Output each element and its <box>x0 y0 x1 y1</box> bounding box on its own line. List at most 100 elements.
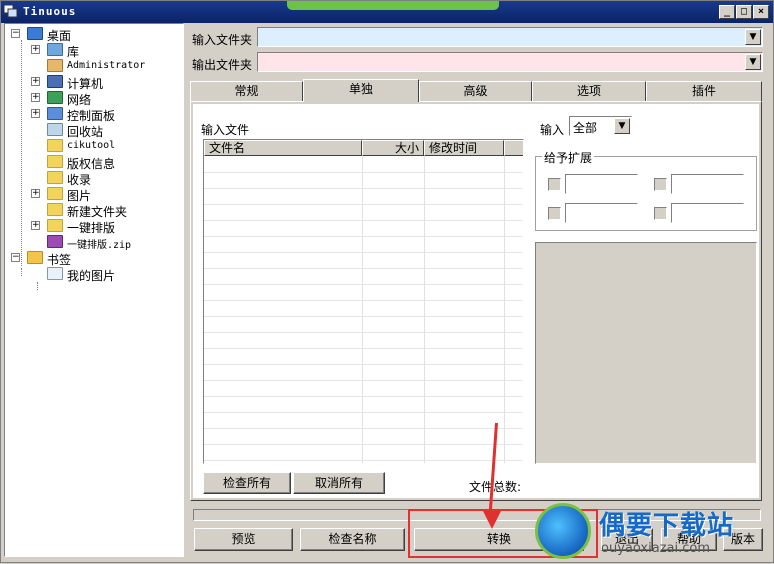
tab-advanced[interactable]: 高级 <box>419 81 532 102</box>
tab-general[interactable]: 常规 <box>190 81 303 102</box>
tree-item-label: 图片 <box>67 189 92 203</box>
control-panel-icon <box>47 107 63 120</box>
grid-column-line <box>362 156 363 463</box>
table-row <box>204 348 523 349</box>
check-names-button[interactable]: 检查名称 <box>300 528 405 551</box>
input-filter-value: 全部 <box>573 121 598 135</box>
chevron-down-icon[interactable]: ▼ <box>614 118 630 134</box>
table-row <box>204 204 523 205</box>
column-header-filler <box>504 140 523 156</box>
library-icon <box>47 43 63 56</box>
recycle-bin-icon <box>47 123 63 136</box>
chevron-down-icon[interactable]: ▼ <box>745 54 761 70</box>
input-filter-label: 输入 <box>540 123 565 137</box>
tab-single[interactable]: 单独 <box>303 79 419 102</box>
tree-item-label: 网络 <box>67 93 92 107</box>
extension-checkbox-3[interactable] <box>548 207 561 220</box>
tree-item-label: 我的图片 <box>67 269 116 283</box>
grid-column-line <box>504 156 505 463</box>
tree-item-label: 控制面板 <box>67 109 116 123</box>
extension-checkbox-2[interactable] <box>654 178 667 191</box>
extension-field-4[interactable] <box>671 203 744 223</box>
folder-icon <box>47 187 63 200</box>
computer-icon <box>47 75 63 88</box>
expand-icon[interactable]: + <box>31 45 40 54</box>
folder-icon <box>47 219 63 232</box>
table-row <box>204 284 523 285</box>
preview-button[interactable]: 预览 <box>194 528 293 551</box>
tree-guide-line <box>21 40 22 266</box>
tab-options[interactable]: 选项 <box>532 81 646 102</box>
input-folder-label: 输入文件夹 <box>192 33 253 47</box>
file-count-label: 文件总数: <box>469 480 522 494</box>
table-row <box>204 252 523 253</box>
extension-field-1[interactable] <box>565 174 638 194</box>
app-window: Tinuous _ □ × − 桌面 + 库 Administrator + 计算机 + 网络 +… <box>0 0 774 563</box>
table-row <box>204 172 523 173</box>
overlay-tab-strip <box>287 1 499 10</box>
input-filter-select[interactable]: 全部 ▼ <box>569 116 632 136</box>
chevron-down-icon[interactable]: ▼ <box>745 29 761 45</box>
uncheck-all-button[interactable]: 取消所有 <box>293 472 385 494</box>
extension-group: 给予扩展 <box>535 149 757 231</box>
preview-area <box>535 242 757 464</box>
collapse-icon[interactable]: − <box>11 29 20 38</box>
extension-checkbox-1[interactable] <box>548 178 561 191</box>
expand-icon[interactable]: + <box>31 77 40 86</box>
column-header-size[interactable]: 大小 <box>362 140 424 156</box>
table-row <box>204 220 523 221</box>
expand-icon[interactable]: + <box>31 93 40 102</box>
tree-item-label: Administrator <box>67 60 146 71</box>
input-files-label: 输入文件 <box>201 123 250 137</box>
output-folder-combo[interactable]: ▼ <box>257 52 763 72</box>
close-button[interactable]: × <box>753 5 769 19</box>
tree-item-label: 回收站 <box>67 125 104 139</box>
window-title: Tinuous <box>23 5 77 18</box>
expand-icon[interactable]: + <box>31 221 40 230</box>
tree-item-label: 一键排版 <box>67 221 116 235</box>
table-row <box>204 428 523 429</box>
extension-group-title: 给予扩展 <box>542 149 595 166</box>
app-icon <box>4 5 18 18</box>
desktop-icon <box>27 27 43 40</box>
collapse-icon[interactable]: − <box>11 253 20 262</box>
extension-field-3[interactable] <box>565 203 638 223</box>
input-folder-combo[interactable]: ▼ <box>257 27 763 47</box>
tree-item-label: 版权信息 <box>67 157 116 171</box>
file-list[interactable]: 文件名 大小 修改时间 <box>203 139 524 464</box>
watermark: 偶要下载站 ouyaoxiazai.com <box>521 501 774 564</box>
table-row <box>204 300 523 301</box>
tree-item-label: 新建文件夹 <box>67 205 128 219</box>
output-folder-label: 输出文件夹 <box>192 58 253 72</box>
expand-icon[interactable]: + <box>31 109 40 118</box>
annotation-arrow-head <box>483 511 501 529</box>
table-row <box>204 236 523 237</box>
folder-tree[interactable]: − 桌面 + 库 Administrator + 计算机 + 网络 + 控制面板回收站 cikutoo… <box>4 23 184 557</box>
network-icon <box>47 91 63 104</box>
tree-item-label: 桌面 <box>47 29 72 43</box>
maximize-button[interactable]: □ <box>736 5 752 19</box>
minimize-button[interactable]: _ <box>719 5 735 19</box>
check-all-button[interactable]: 检查所有 <box>203 472 291 494</box>
table-row <box>204 188 523 189</box>
table-row <box>204 380 523 381</box>
zip-archive-icon <box>47 235 63 248</box>
table-row <box>204 444 523 445</box>
tree-item-label: 计算机 <box>67 77 104 91</box>
table-row <box>204 412 523 413</box>
tree-item-label: 库 <box>67 45 80 59</box>
column-header-modified[interactable]: 修改时间 <box>424 140 504 156</box>
grid-column-line <box>424 156 425 463</box>
bookmark-folder-icon <box>27 251 43 264</box>
column-header-filename[interactable]: 文件名 <box>204 140 362 156</box>
table-row <box>204 332 523 333</box>
extension-checkbox-4[interactable] <box>654 207 667 220</box>
tab-plugins[interactable]: 插件 <box>646 81 762 102</box>
tree-item-label: cikutool <box>67 140 116 151</box>
tab-bar: 常规 单独 高级 选项 插件 <box>190 79 762 102</box>
tree-item-label: 一键排版.zip <box>67 240 132 251</box>
folder-icon <box>47 139 63 152</box>
expand-icon[interactable]: + <box>31 189 40 198</box>
extension-field-2[interactable] <box>671 174 744 194</box>
table-row <box>204 268 523 269</box>
